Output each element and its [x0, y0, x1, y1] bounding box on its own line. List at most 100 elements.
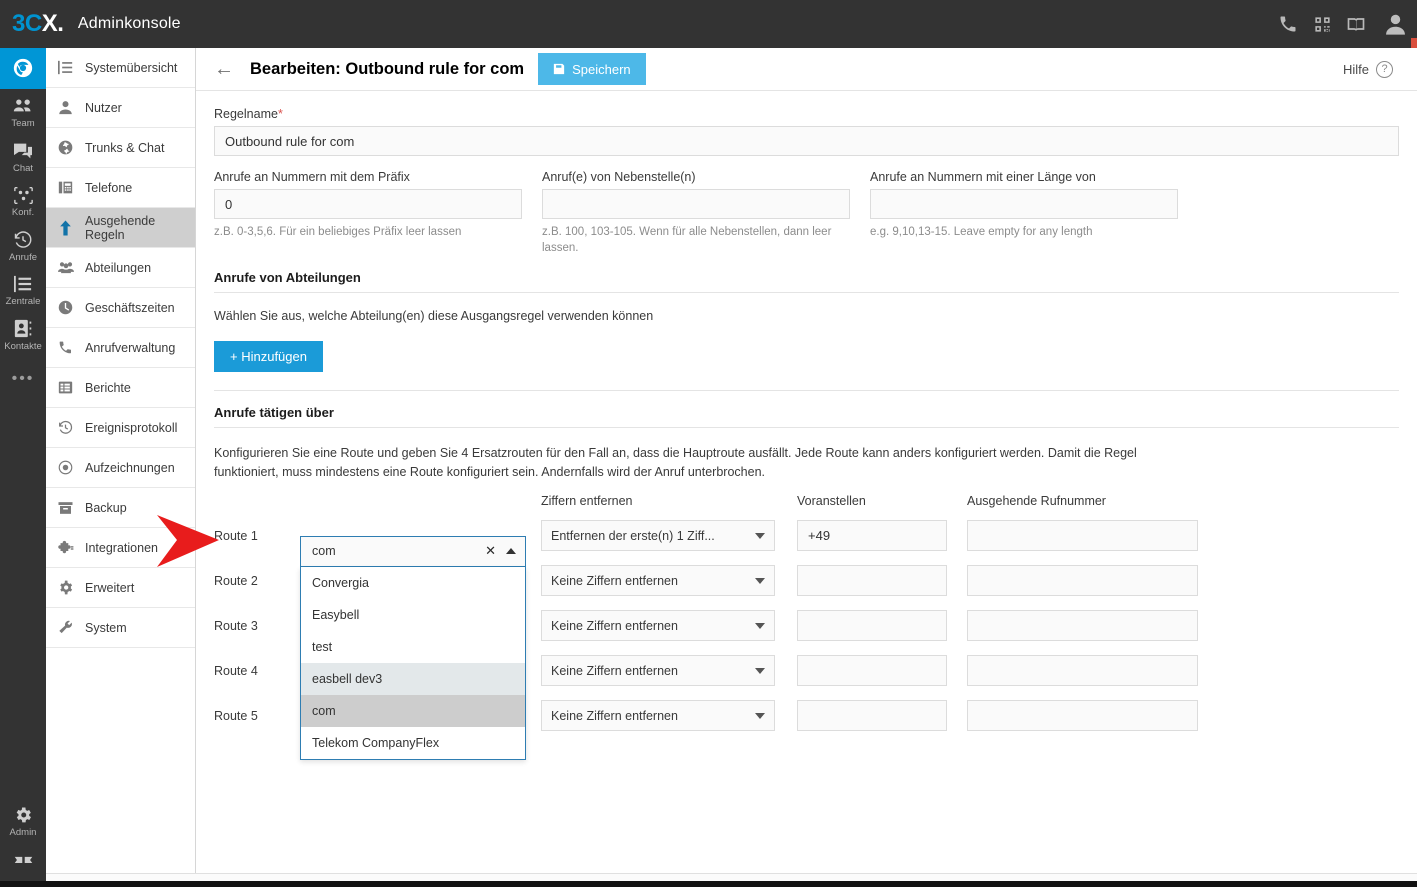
help-link[interactable]: Hilfe ?	[1343, 61, 1417, 78]
strip-digits-select[interactable]: Keine Ziffern entfernen	[541, 655, 775, 686]
save-button[interactable]: Speichern	[538, 53, 646, 85]
rail-item-switchboard[interactable]: Zentrale	[0, 267, 46, 312]
outbound-caller-id-input[interactable]	[967, 520, 1198, 551]
wrench-icon	[58, 620, 80, 635]
chevron-up-icon[interactable]	[506, 548, 516, 554]
departments-section-title: Anrufe von Abteilungen	[214, 270, 1399, 285]
sidebar-item-ereignisprotokoll[interactable]: Ereignisprotokoll	[46, 408, 195, 448]
backup-icon	[58, 501, 80, 515]
help-question-icon: ?	[1376, 61, 1393, 78]
user-icon	[58, 100, 80, 115]
trunk-combobox-open[interactable]: com ✕ Convergia Easybell test easbell de…	[300, 536, 526, 760]
sidebar-label: Erweitert	[80, 581, 134, 595]
sidebar-item-system[interactable]: System	[46, 608, 195, 648]
outbound-caller-id-input[interactable]	[967, 655, 1198, 686]
sidebar-item-ausgehende-regeln[interactable]: Ausgehende Regeln	[46, 208, 195, 248]
strip-digits-select[interactable]: Keine Ziffern entfernen	[541, 565, 775, 596]
prepend-input[interactable]	[797, 610, 947, 641]
chevron-down-icon	[755, 713, 765, 719]
dropdown-option[interactable]: Convergia	[301, 567, 525, 599]
sidebar-item-anrufverwaltung[interactable]: Anrufverwaltung	[46, 328, 195, 368]
prefix-input[interactable]	[214, 189, 522, 219]
sidebar-item-systemuebersicht[interactable]: Systemübersicht	[46, 48, 195, 88]
sidebar-item-erweitert[interactable]: Erweitert	[46, 568, 195, 608]
rail-bottom-fill	[0, 873, 46, 881]
prepend-input[interactable]	[797, 520, 947, 551]
sidebar-item-telefone[interactable]: Telefone	[46, 168, 195, 208]
sidebar-item-aufzeichnungen[interactable]: Aufzeichnungen	[46, 448, 195, 488]
sidebar-item-berichte[interactable]: Berichte	[46, 368, 195, 408]
rule-name-input[interactable]	[214, 126, 1399, 156]
add-department-button[interactable]: + Hinzufügen	[214, 341, 323, 372]
strip-digits-value: Entfernen der erste(n) 1 Ziff...	[551, 529, 715, 543]
sidebar-label: Ausgehende Regeln	[80, 214, 189, 242]
rail-item-contacts[interactable]: Kontakte	[0, 312, 46, 357]
sidebar-label: Abteilungen	[80, 261, 151, 275]
rail-label-conference: Konf.	[12, 208, 34, 218]
dropdown-option[interactable]: com	[301, 695, 525, 727]
rail-item-browser[interactable]	[0, 48, 46, 89]
puzzle-icon	[58, 540, 80, 555]
sidebar-item-geschaeftszeiten[interactable]: Geschäftszeiten	[46, 288, 195, 328]
rail-item-chat[interactable]: Chat	[0, 134, 46, 179]
call-history-icon	[13, 229, 33, 251]
dropdown-option[interactable]: easbell dev3	[301, 663, 525, 695]
extension-input[interactable]	[542, 189, 850, 219]
routes-column-headers: Ziffern entfernen Voranstellen Ausgehend…	[214, 494, 1399, 508]
sidebar-nav: Systemübersicht Nutzer Trunks & Chat Tel…	[46, 48, 196, 873]
outbound-caller-id-input[interactable]	[967, 700, 1198, 731]
rail-item-calls[interactable]: Anrufe	[0, 223, 46, 268]
rail-item-team[interactable]: Team	[0, 89, 46, 134]
book-icon[interactable]	[1339, 0, 1373, 48]
qr-code-icon[interactable]	[1305, 0, 1339, 48]
phone-icon[interactable]	[1271, 0, 1305, 48]
sidebar-label: System	[80, 621, 127, 635]
logo-dot: .	[57, 10, 64, 38]
outbound-caller-id-input[interactable]	[967, 610, 1198, 641]
rail-more-icon[interactable]: •••	[12, 356, 35, 390]
content-header: ← Bearbeiten: Outbound rule for com Spei…	[196, 48, 1417, 91]
content-bottom-edge	[46, 873, 1417, 881]
route-prepend-cell	[797, 565, 947, 596]
dropdown-option[interactable]: Easybell	[301, 599, 525, 631]
length-input[interactable]	[870, 189, 1178, 219]
length-group: Anrufe an Nummern mit einer Länge von e.…	[870, 170, 1178, 256]
prepend-input[interactable]	[797, 700, 947, 731]
route-cid-cell	[967, 655, 1198, 686]
route-strip-cell: Keine Ziffern entfernen	[541, 610, 775, 641]
required-asterisk: *	[278, 107, 283, 121]
prepend-input[interactable]	[797, 655, 947, 686]
contacts-icon	[14, 318, 33, 340]
handset-icon	[58, 340, 80, 355]
user-avatar[interactable]	[1373, 0, 1417, 48]
strip-digits-select[interactable]: Keine Ziffern entfernen	[541, 700, 775, 731]
dropdown-option[interactable]: Telekom CompanyFlex	[301, 727, 525, 759]
rail-item-admin[interactable]: Admin	[0, 798, 46, 843]
rail-item-conference[interactable]: Konf.	[0, 178, 46, 223]
route-strip-cell: Entfernen der erste(n) 1 Ziff...	[541, 520, 775, 551]
rail-label-admin: Admin	[10, 828, 37, 838]
switchboard-icon	[13, 273, 33, 295]
os-taskbar	[0, 881, 1417, 887]
length-hint: e.g. 9,10,13-15. Leave empty for any len…	[870, 224, 1178, 240]
outbound-caller-id-input[interactable]	[967, 565, 1198, 596]
strip-digits-select[interactable]: Entfernen der erste(n) 1 Ziff...	[541, 520, 775, 551]
filters-row: Anrufe an Nummern mit dem Präfix z.B. 0-…	[214, 170, 1399, 256]
sidebar-label: Anrufverwaltung	[80, 341, 175, 355]
routes-description: Konfigurieren Sie eine Route und geben S…	[214, 444, 1184, 482]
dropdown-option[interactable]: test	[301, 631, 525, 663]
top-bar: 3CX. Adminkonsole	[0, 0, 1417, 48]
sidebar-item-trunks-chat[interactable]: Trunks & Chat	[46, 128, 195, 168]
section-divider	[214, 390, 1399, 391]
icon-rail: Team Chat Konf. Anrufe Zentrale	[0, 48, 46, 887]
trunk-combobox-field[interactable]: com ✕	[300, 536, 526, 567]
sidebar-item-nutzer[interactable]: Nutzer	[46, 88, 195, 128]
extension-label: Anruf(e) von Nebenstelle(n)	[542, 170, 850, 184]
sidebar-item-abteilungen[interactable]: Abteilungen	[46, 248, 195, 288]
back-button[interactable]: ←	[214, 59, 250, 79]
strip-digits-select[interactable]: Keine Ziffern entfernen	[541, 610, 775, 641]
chevron-down-icon	[755, 578, 765, 584]
clear-icon[interactable]: ✕	[485, 543, 506, 559]
content-body: Regelname* Anrufe an Nummern mit dem Prä…	[196, 91, 1417, 731]
prepend-input[interactable]	[797, 565, 947, 596]
